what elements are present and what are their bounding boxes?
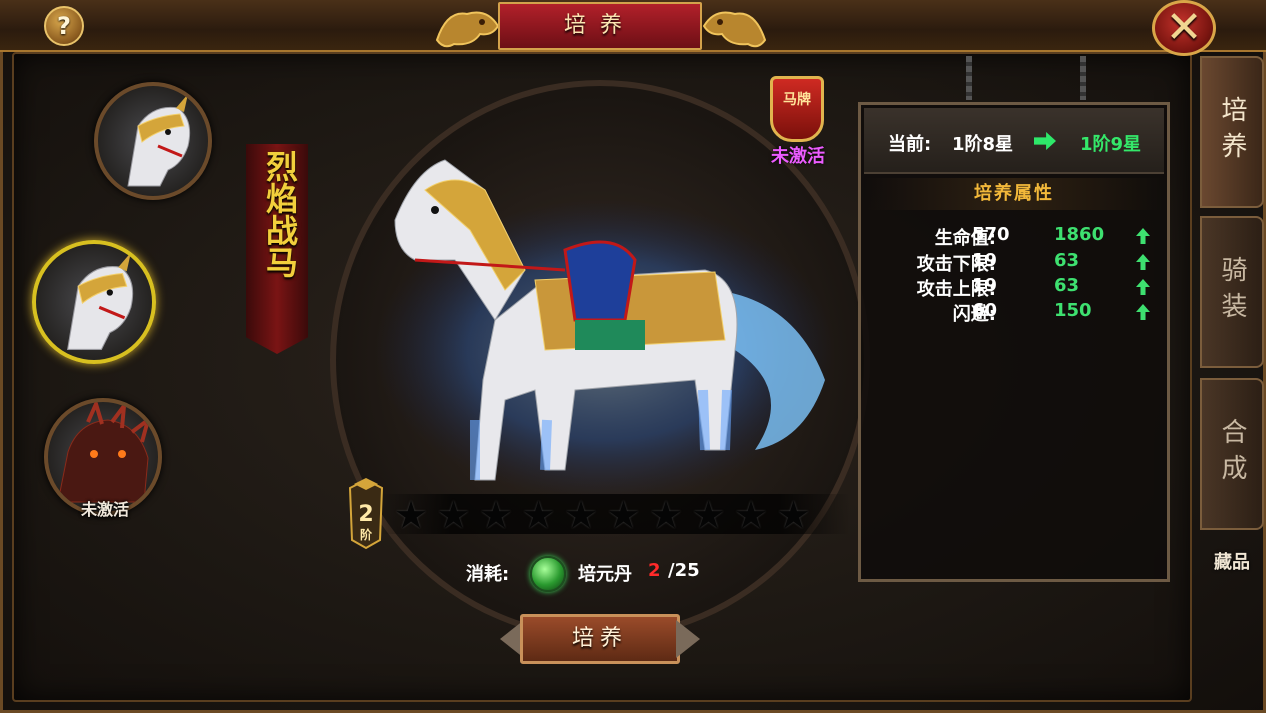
star-icon: ★ xyxy=(776,493,811,537)
page-title: 培养 xyxy=(498,2,702,50)
stage-number: 2 xyxy=(358,502,374,527)
stat-current: 19 xyxy=(972,250,998,271)
current-value: 1阶8星 xyxy=(952,134,1014,155)
white-horse-head-icon xyxy=(67,252,134,350)
tab-collection[interactable]: 藏品 xyxy=(1200,540,1264,586)
horse-token-status: 未激活 xyxy=(771,146,825,167)
pill-item-icon[interactable] xyxy=(530,556,566,592)
arrow-up-icon xyxy=(1136,254,1150,270)
dragon-ornament-icon xyxy=(702,11,767,48)
stat-next: 1860 xyxy=(1054,224,1105,245)
cost-have: 2 xyxy=(648,560,661,581)
stat-row: 生命值: 570 1860 xyxy=(864,224,1164,250)
stat-row: 闪避: 60 150 xyxy=(864,300,1164,326)
star-icon: ★ xyxy=(733,493,769,537)
dragon-ornament-icon xyxy=(435,11,500,48)
tab-synthesis[interactable]: 合成 xyxy=(1200,378,1264,530)
attr-title: 培养属性 xyxy=(864,178,1164,210)
train-button[interactable]: 培养 xyxy=(520,614,680,664)
close-button[interactable]: ✕ xyxy=(1152,0,1216,56)
star-icon: ★ xyxy=(521,493,556,537)
stat-next: 63 xyxy=(1054,275,1080,296)
mount-name: 烈焰战马 xyxy=(261,150,299,278)
button-wing-right xyxy=(676,620,700,658)
stat-next: 150 xyxy=(1054,300,1092,321)
arrow-up-icon xyxy=(1136,304,1150,320)
stat-current: 60 xyxy=(972,300,998,321)
stat-row: 攻击上限: 19 63 xyxy=(864,275,1164,301)
cost-row: 消耗: 培元丹 2 /25 xyxy=(460,556,760,592)
cost-label: 消耗: xyxy=(466,564,510,585)
arrow-up-icon xyxy=(1136,228,1150,244)
stats-panel xyxy=(858,102,1170,582)
mount-slot-2[interactable] xyxy=(32,240,156,364)
current-label: 当前: xyxy=(888,134,932,155)
star-icon: ★ xyxy=(648,493,684,537)
train-button-wrap: 培养 xyxy=(500,610,700,668)
stage-unit: 阶 xyxy=(359,528,372,542)
stat-current: 570 xyxy=(972,224,1010,245)
help-button[interactable]: ? xyxy=(44,6,84,46)
decor-chain xyxy=(1080,56,1086,100)
horse-illustration xyxy=(375,159,835,500)
stat-current: 19 xyxy=(972,275,998,296)
star-icon: ★ xyxy=(606,493,641,537)
mount-slot-1[interactable] xyxy=(94,82,212,200)
cost-need: /25 xyxy=(668,560,700,581)
star-icon: ★ xyxy=(478,493,514,537)
mount-slot-3-status: 未激活 xyxy=(80,500,129,519)
star-icon: ★ xyxy=(436,493,471,537)
tab-equipment[interactable]: 骑装 xyxy=(1200,216,1264,368)
tab-train[interactable]: 培养 xyxy=(1200,56,1264,208)
star-icon: ★ xyxy=(691,493,726,537)
star-icon: ★ xyxy=(563,493,599,537)
cost-item-name: 培元丹 xyxy=(578,564,632,585)
next-value: 1阶9星 xyxy=(1080,134,1142,155)
white-horse-head-icon xyxy=(127,94,191,187)
horse-token-badge[interactable]: 马牌 xyxy=(770,76,824,142)
arrow-up-icon xyxy=(1136,279,1150,295)
stat-row: 攻击下限: 19 63 xyxy=(864,250,1164,276)
decor-chain xyxy=(966,56,972,100)
star-icon: ★ xyxy=(393,493,429,537)
stat-next: 63 xyxy=(1054,250,1080,271)
